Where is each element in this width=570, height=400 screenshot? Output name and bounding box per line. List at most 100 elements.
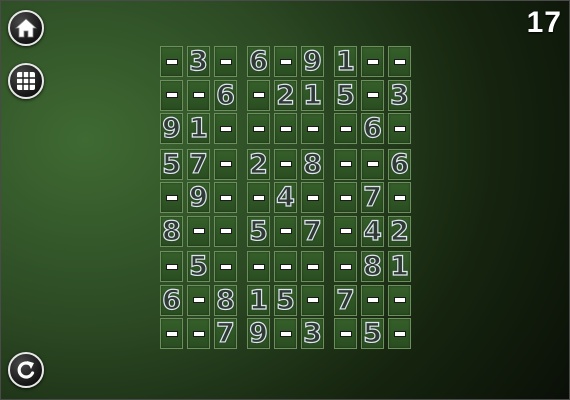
sudoku-cell[interactable]: 8 xyxy=(361,250,384,283)
sudoku-cell[interactable] xyxy=(301,182,324,213)
sudoku-board: 3691621539165728694785742581681577935 xyxy=(160,45,411,351)
sudoku-cell[interactable] xyxy=(274,113,297,144)
sudoku-cell[interactable]: 8 xyxy=(160,215,183,247)
sudoku-cell[interactable]: 1 xyxy=(388,250,411,283)
sudoku-cell[interactable] xyxy=(361,284,384,316)
sudoku-cell[interactable] xyxy=(247,79,270,111)
empty-cell-marker xyxy=(166,195,177,200)
empty-cell-marker xyxy=(340,331,351,336)
sudoku-cell[interactable] xyxy=(160,251,183,282)
sudoku-cell[interactable]: 5 xyxy=(334,79,357,111)
sudoku-cell[interactable] xyxy=(187,79,210,111)
sudoku-cell[interactable] xyxy=(160,182,183,213)
sudoku-cell[interactable]: 7 xyxy=(301,215,324,247)
empty-cell-marker xyxy=(340,126,351,131)
sudoku-cell[interactable] xyxy=(334,215,357,247)
sudoku-cell[interactable]: 2 xyxy=(274,79,297,111)
undo-icon xyxy=(17,361,35,379)
empty-cell-marker xyxy=(367,93,378,97)
empty-cell-marker xyxy=(307,126,318,131)
sudoku-cell[interactable] xyxy=(214,215,237,247)
sudoku-cell[interactable] xyxy=(214,113,237,144)
sudoku-cell[interactable]: 3 xyxy=(301,317,324,350)
sudoku-cell[interactable] xyxy=(274,46,297,77)
empty-cell-marker xyxy=(307,195,318,200)
sudoku-cell[interactable] xyxy=(388,46,411,77)
empty-cell-marker xyxy=(367,162,378,166)
sudoku-cell[interactable]: 4 xyxy=(361,215,384,247)
sudoku-cell[interactable]: 1 xyxy=(334,45,357,78)
sudoku-cell[interactable]: 6 xyxy=(247,45,270,78)
sudoku-cell[interactable]: 8 xyxy=(301,148,324,180)
sudoku-cell[interactable]: 7 xyxy=(214,317,237,350)
sudoku-cell[interactable]: 5 xyxy=(160,148,183,180)
sudoku-cell[interactable] xyxy=(214,251,237,282)
sudoku-cell[interactable] xyxy=(274,251,297,282)
sudoku-cell[interactable]: 5 xyxy=(187,250,210,283)
empty-cell-marker xyxy=(280,59,291,64)
sudoku-cell[interactable]: 5 xyxy=(274,284,297,316)
sudoku-cell[interactable] xyxy=(301,284,324,316)
sudoku-cell[interactable] xyxy=(301,113,324,144)
sudoku-cell[interactable]: 3 xyxy=(187,45,210,78)
sudoku-cell[interactable]: 9 xyxy=(187,181,210,214)
sudoku-cell[interactable]: 6 xyxy=(361,112,384,145)
sudoku-cell[interactable] xyxy=(187,284,210,316)
sudoku-cell[interactable] xyxy=(388,113,411,144)
sudoku-cell[interactable] xyxy=(388,318,411,349)
sudoku-cell[interactable] xyxy=(388,182,411,213)
sudoku-cell[interactable] xyxy=(160,79,183,111)
sudoku-cell[interactable] xyxy=(334,148,357,180)
sudoku-cell[interactable]: 2 xyxy=(388,215,411,247)
sudoku-cell[interactable]: 5 xyxy=(247,215,270,247)
sudoku-cell[interactable] xyxy=(160,46,183,77)
sudoku-cell[interactable]: 1 xyxy=(247,284,270,316)
sudoku-cell[interactable] xyxy=(301,251,324,282)
sudoku-cell[interactable] xyxy=(334,251,357,282)
sudoku-cell[interactable]: 3 xyxy=(388,79,411,111)
empty-cell-marker xyxy=(280,126,291,131)
sudoku-cell[interactable] xyxy=(334,113,357,144)
grid-button[interactable] xyxy=(8,63,44,99)
sudoku-cell[interactable] xyxy=(334,318,357,349)
empty-cell-marker xyxy=(340,229,351,233)
sudoku-cell[interactable] xyxy=(247,113,270,144)
empty-cell-marker xyxy=(253,126,264,131)
empty-cell-marker xyxy=(340,264,351,269)
sudoku-cell[interactable]: 8 xyxy=(214,284,237,316)
sudoku-cell[interactable]: 6 xyxy=(388,148,411,180)
sudoku-cell[interactable]: 4 xyxy=(274,181,297,214)
sudoku-cell[interactable]: 6 xyxy=(214,79,237,111)
sudoku-cell[interactable] xyxy=(361,46,384,77)
sudoku-cell[interactable]: 7 xyxy=(334,284,357,316)
sudoku-cell[interactable] xyxy=(247,182,270,213)
undo-button[interactable] xyxy=(8,352,44,388)
sudoku-cell[interactable] xyxy=(274,215,297,247)
sudoku-cell[interactable]: 9 xyxy=(247,317,270,350)
sudoku-cell[interactable]: 1 xyxy=(187,112,210,145)
sudoku-cell[interactable]: 1 xyxy=(301,79,324,111)
sudoku-cell[interactable] xyxy=(160,318,183,349)
home-button[interactable] xyxy=(8,10,44,46)
sudoku-cell[interactable]: 9 xyxy=(301,45,324,78)
sudoku-cell[interactable] xyxy=(334,182,357,213)
sudoku-cell[interactable] xyxy=(361,148,384,180)
sudoku-cell[interactable] xyxy=(214,148,237,180)
sudoku-cell[interactable]: 7 xyxy=(187,148,210,180)
empty-cell-marker xyxy=(253,264,264,269)
sudoku-cell[interactable] xyxy=(274,318,297,349)
sudoku-cell[interactable] xyxy=(274,148,297,180)
sudoku-cell[interactable] xyxy=(361,79,384,111)
sudoku-cell[interactable]: 2 xyxy=(247,148,270,180)
sudoku-cell[interactable]: 6 xyxy=(160,284,183,316)
empty-cell-marker xyxy=(166,59,177,64)
sudoku-cell[interactable]: 7 xyxy=(361,181,384,214)
sudoku-cell[interactable] xyxy=(187,215,210,247)
sudoku-cell[interactable] xyxy=(214,182,237,213)
sudoku-cell[interactable]: 5 xyxy=(361,317,384,350)
sudoku-cell[interactable]: 9 xyxy=(160,112,183,145)
sudoku-cell[interactable] xyxy=(214,46,237,77)
sudoku-cell[interactable] xyxy=(247,251,270,282)
sudoku-cell[interactable] xyxy=(388,284,411,316)
sudoku-cell[interactable] xyxy=(187,318,210,349)
